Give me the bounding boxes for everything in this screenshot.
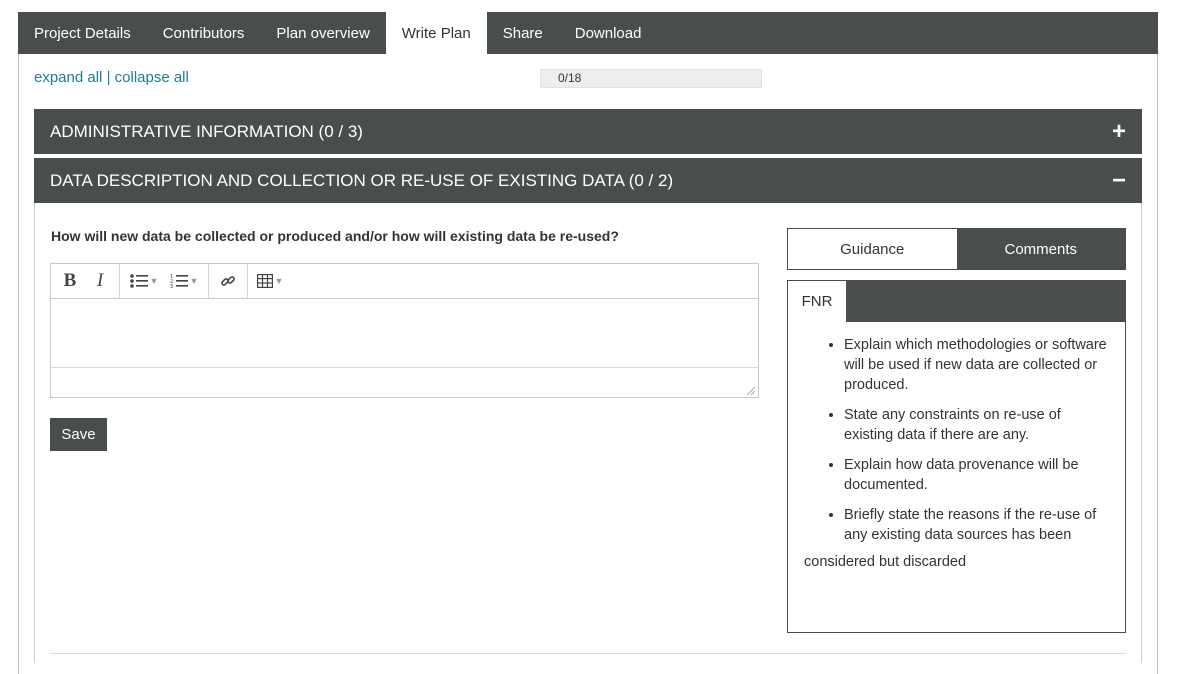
- chevron-down-icon: ▼: [274, 276, 284, 286]
- divider: [50, 653, 1126, 654]
- svg-text:3: 3: [170, 284, 173, 289]
- save-button[interactable]: Save: [50, 418, 107, 451]
- resize-handle-icon[interactable]: [747, 387, 755, 395]
- editor-toolbar: B I ▼ 123 ▼ ▼: [51, 264, 758, 299]
- question-text: How will new data be collected or produc…: [51, 228, 619, 244]
- list-item: Explain which methodologies or software …: [844, 335, 1107, 395]
- bullet-list-icon[interactable]: ▼: [124, 267, 164, 295]
- expand-collapse-links: expand all | collapse all: [34, 69, 189, 86]
- tab-comments[interactable]: Comments: [956, 229, 1125, 269]
- chevron-down-icon: ▼: [149, 276, 159, 286]
- link-icon[interactable]: [213, 267, 243, 295]
- guidance-comments-tabs: Guidance Comments: [787, 228, 1126, 270]
- list-item: Explain how data provenance will be docu…: [844, 455, 1107, 495]
- progress-text: 0/18: [558, 71, 582, 85]
- tab-share[interactable]: Share: [487, 12, 559, 54]
- guidance-panel: FNR Explain which methodologies or softw…: [787, 280, 1126, 633]
- section-title: DATA DESCRIPTION AND COLLECTION OR RE-US…: [50, 170, 674, 190]
- list-item: State any constraints on re-use of exist…: [844, 405, 1107, 445]
- tab-guidance[interactable]: Guidance: [788, 229, 957, 269]
- bold-icon[interactable]: B: [55, 267, 85, 295]
- chevron-down-icon: ▼: [189, 276, 199, 286]
- tab-download[interactable]: Download: [559, 12, 658, 54]
- tab-write-plan[interactable]: Write Plan: [385, 12, 487, 54]
- section-title: ADMINISTRATIVE INFORMATION (0 / 3): [50, 121, 363, 141]
- guidance-list: Explain which methodologies or software …: [788, 322, 1125, 545]
- section-header-data-description[interactable]: DATA DESCRIPTION AND COLLECTION OR RE-US…: [34, 158, 1142, 203]
- plan-tab-bar: Project Details Contributors Plan overvi…: [18, 12, 1158, 54]
- tab-project-details[interactable]: Project Details: [18, 12, 147, 54]
- guidance-org-tabs: FNR: [788, 281, 1125, 322]
- link-separator: |: [106, 69, 111, 86]
- numbered-list-icon[interactable]: 123 ▼: [164, 267, 204, 295]
- expand-all-link[interactable]: expand all: [34, 69, 102, 86]
- tab-fnr[interactable]: FNR: [788, 281, 846, 322]
- tab-plan-overview[interactable]: Plan overview: [260, 12, 385, 54]
- table-group: ▼: [248, 264, 292, 298]
- section-header-administrative[interactable]: ADMINISTRATIVE INFORMATION (0 / 3) +: [34, 109, 1142, 154]
- list-item: Briefly state the reasons if the re-use …: [844, 505, 1107, 545]
- list-group: ▼ 123 ▼: [120, 264, 209, 298]
- table-icon[interactable]: ▼: [252, 267, 288, 295]
- collapse-minus-icon[interactable]: −: [1112, 168, 1126, 193]
- italic-icon[interactable]: I: [85, 267, 115, 295]
- format-group: B I: [51, 264, 120, 298]
- answered-progress-bar: 0/18: [540, 69, 762, 88]
- editor-status-bar: [51, 368, 758, 398]
- tab-contributors[interactable]: Contributors: [147, 12, 261, 54]
- collapse-all-link[interactable]: collapse all: [115, 69, 189, 86]
- answer-rich-text-editor: B I ▼ 123 ▼ ▼: [50, 263, 759, 398]
- link-group: [209, 264, 248, 298]
- answer-text-area[interactable]: [51, 299, 758, 368]
- guidance-trailing-text: considered but discarded: [804, 554, 967, 570]
- expand-plus-icon[interactable]: +: [1112, 119, 1126, 144]
